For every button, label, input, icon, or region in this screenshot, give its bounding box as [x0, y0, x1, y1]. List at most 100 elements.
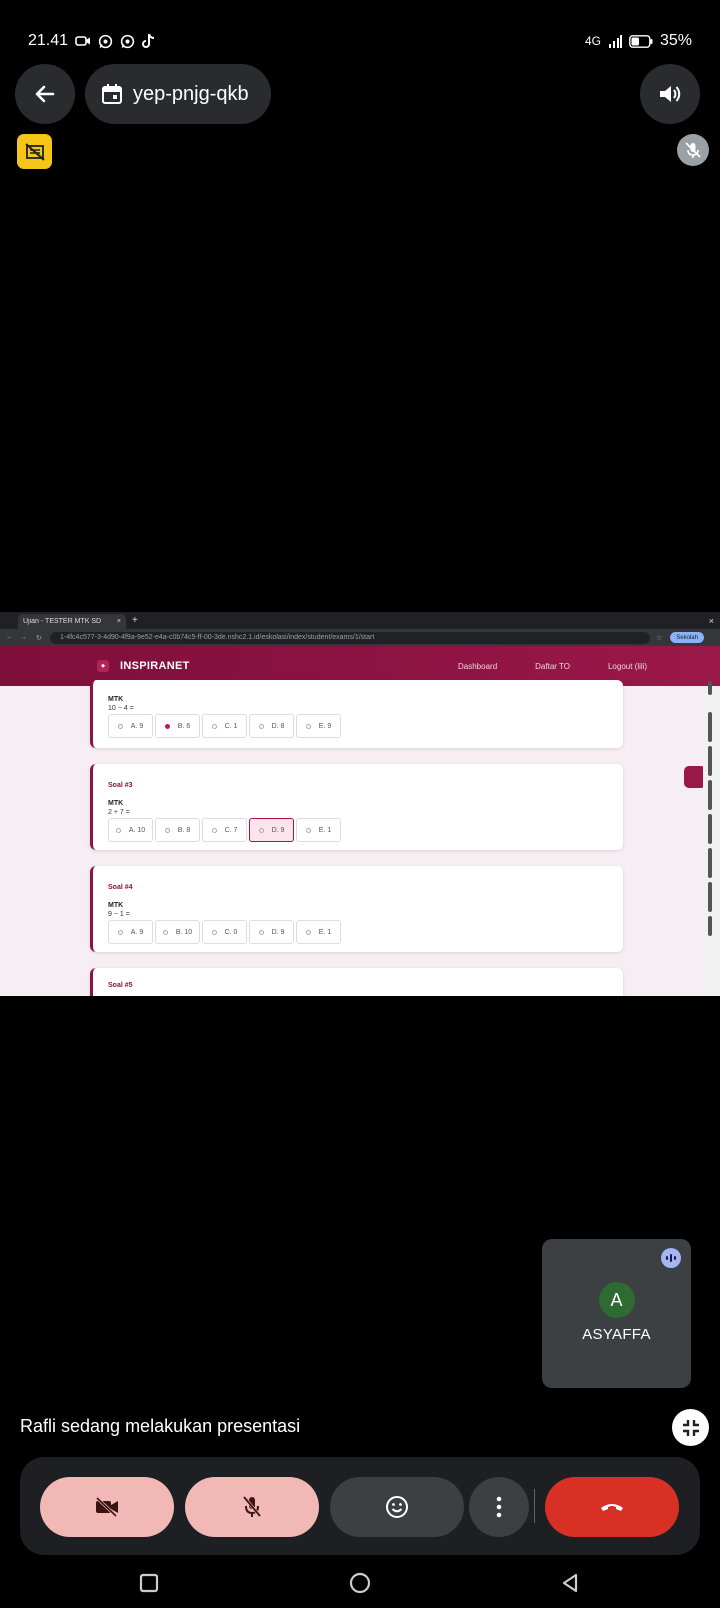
option-e[interactable]: E. 1 — [296, 920, 341, 944]
camera-off-badge — [17, 134, 52, 169]
exam-content: MTK 10 − 4 = A. 9 B. 6 C. 1 D. 8 E. 9 So… — [0, 680, 720, 996]
option-d[interactable]: D. 9 — [249, 818, 294, 842]
tiktok-icon — [142, 33, 155, 48]
nav-dashboard[interactable]: Dashboard — [458, 662, 497, 671]
option-c[interactable]: C. 0 — [202, 920, 247, 944]
mic-toggle-button[interactable] — [185, 1477, 319, 1537]
forward-nav-icon[interactable]: → — [20, 634, 27, 641]
option-a[interactable]: A. 10 — [108, 818, 153, 842]
radio-icon — [211, 827, 217, 833]
option-a[interactable]: A. 9 — [108, 920, 153, 944]
radio-icon — [117, 929, 123, 935]
question-card: Soal #5 — [90, 968, 623, 996]
battery-level: 35% — [659, 32, 692, 49]
system-navigation-bar — [0, 1568, 720, 1598]
more-options-button[interactable] — [469, 1477, 529, 1537]
question-subject: MTK — [108, 902, 124, 909]
option-b[interactable]: B. 10 — [155, 920, 200, 944]
more-vertical-icon — [496, 1496, 502, 1518]
radio-icon — [258, 723, 264, 729]
minimize-presentation-button[interactable] — [672, 1409, 709, 1446]
radio-icon — [305, 827, 311, 833]
clock: 21.41 — [28, 32, 69, 49]
back-icon[interactable] — [560, 1572, 580, 1594]
back-button[interactable] — [15, 64, 75, 124]
radio-icon — [305, 723, 311, 729]
calendar-icon — [102, 84, 122, 104]
question-subject: MTK — [108, 696, 124, 703]
radio-icon — [115, 827, 121, 833]
collapse-icon — [682, 1419, 699, 1436]
radio-icon — [162, 929, 168, 935]
status-bar: 21.41 4G 35% — [28, 28, 692, 54]
whatsapp-icon — [120, 34, 135, 48]
home-icon[interactable] — [349, 1572, 371, 1594]
network-type: 4G — [584, 34, 601, 48]
option-e[interactable]: E. 1 — [296, 818, 341, 842]
reload-icon[interactable]: ↻ — [36, 634, 42, 642]
window-close-icon[interactable]: × — [709, 616, 714, 626]
mic-off-icon — [685, 142, 701, 158]
avatar: A — [598, 1282, 635, 1318]
question-number: Soal #3 — [108, 782, 133, 789]
option-b[interactable]: B. 8 — [155, 818, 200, 842]
hang-up-icon — [601, 1504, 623, 1511]
call-controls — [20, 1457, 700, 1555]
audio-output-button[interactable] — [640, 64, 700, 124]
new-tab-icon[interactable]: + — [132, 615, 138, 626]
app-brand: INSPIRANET — [120, 660, 190, 672]
radio-icon — [211, 723, 217, 729]
participant-tile[interactable]: A ASYAFFA — [542, 1239, 691, 1388]
controls-divider — [534, 1489, 535, 1523]
participant-name: ASYAFFA — [582, 1326, 651, 1343]
radio-icon — [164, 827, 170, 833]
option-e[interactable]: E. 9 — [296, 714, 341, 738]
mic-off-badge — [677, 134, 709, 166]
radio-icon — [305, 929, 311, 935]
nav-daftar-to[interactable]: Daftar TO — [535, 662, 570, 671]
question-text: 10 − 4 = — [108, 705, 134, 712]
mic-off-icon — [242, 1496, 262, 1517]
browser-tab-bar: Ujian - TESTER MTK SD × + × — [0, 612, 720, 629]
whatsapp-icon — [98, 34, 113, 48]
end-call-button[interactable] — [545, 1477, 679, 1537]
option-d[interactable]: D. 8 — [249, 714, 294, 738]
reactions-button[interactable] — [330, 1477, 464, 1537]
radio-icon — [117, 723, 123, 729]
radio-icon — [258, 929, 264, 935]
question-card: Soal #3 MTK 2 + 7 = A. 10 B. 8 C. 7 D. 9… — [90, 764, 623, 850]
url-field[interactable]: 1-4fc4c577-3-4d90-4f9a-9e52-e4a-c0b74c5-… — [50, 631, 650, 644]
presenting-label: Rafli sedang melakukan presentasi — [20, 1416, 301, 1436]
video-camera-icon — [75, 36, 91, 46]
camera-off-icon — [95, 1496, 118, 1518]
shared-screen: Ujian - TESTER MTK SD × + × ← → ↻ 1-4fc4… — [0, 612, 720, 996]
app-logo-icon: ◆ — [97, 660, 109, 672]
browser-tab[interactable]: Ujian - TESTER MTK SD × — [18, 614, 126, 629]
arrow-left-icon — [35, 85, 55, 103]
recents-icon[interactable] — [139, 1573, 159, 1593]
option-a[interactable]: A. 9 — [108, 714, 153, 738]
option-b[interactable]: B. 6 — [155, 714, 200, 738]
radio-checked-icon — [164, 723, 170, 729]
back-nav-icon[interactable]: ← — [6, 634, 13, 641]
speaker-icon — [660, 86, 681, 102]
camera-toggle-button[interactable] — [40, 1477, 174, 1537]
question-card: Soal #4 MTK 9 − 1 = A. 9 B. 10 C. 0 D. 9… — [90, 866, 623, 952]
option-c[interactable]: C. 7 — [202, 818, 247, 842]
meeting-info-button[interactable]: yep-pnjg-qkb — [85, 64, 271, 124]
scrollbar[interactable] — [703, 681, 720, 996]
bookmark-star-icon[interactable]: ☆ — [656, 634, 662, 642]
close-tab-icon[interactable]: × — [117, 618, 121, 625]
emoji-icon — [386, 1496, 408, 1518]
option-d[interactable]: D. 9 — [249, 920, 294, 944]
battery-icon — [629, 34, 653, 48]
speaking-indicator-icon — [661, 1248, 681, 1268]
nav-logout[interactable]: Logout (lili) — [608, 662, 647, 671]
no-video-icon — [24, 142, 45, 161]
question-subject: MTK — [108, 800, 124, 807]
profile-chip[interactable]: Sekolah — [670, 632, 704, 643]
question-text: 2 + 7 = — [108, 809, 130, 816]
question-card: MTK 10 − 4 = A. 9 B. 6 C. 1 D. 8 E. 9 — [90, 680, 623, 748]
option-c[interactable]: C. 1 — [202, 714, 247, 738]
question-number: Soal #4 — [108, 884, 133, 891]
